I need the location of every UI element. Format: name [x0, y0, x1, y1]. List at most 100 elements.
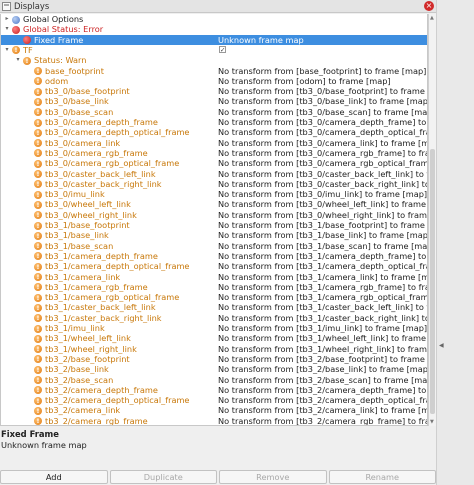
tree-row[interactable]: ! tb3_2/camera_link No transform from [tb3… — [1, 405, 427, 415]
tree-row[interactable]: ! tb3_1/wheel_right_link No transform from… — [1, 344, 427, 354]
warning-icon: ! — [34, 406, 42, 415]
scrollbar-thumb[interactable] — [430, 149, 435, 414]
tree-row[interactable]: ! tb3_0/wheel_left_link No transform from … — [1, 199, 427, 210]
panel-titlebar: Displays × — [0, 0, 436, 13]
tree-row-name-cell: ▾! TF — [1, 45, 217, 55]
tree-row[interactable]: ! tb3_1/base_link No transform from [tb3_1… — [1, 230, 427, 240]
tree-row[interactable]: ! tb3_0/camera_depth_optical_frame No tran… — [1, 127, 428, 138]
tree-row[interactable]: ! tb3_0/caster_back_left_link No transform… — [1, 168, 428, 179]
tree-row[interactable]: ! tb3_1/caster_back_right_link No transfor… — [1, 313, 427, 323]
tree-row-label: Global Options — [23, 14, 84, 24]
tree-row[interactable]: ! tb3_0/base_scan No transform from [tb3_0… — [1, 106, 428, 117]
warning-icon: ! — [34, 324, 42, 333]
displays-panel: Displays × ▸ Global Options ▾ Global Status… — [0, 0, 436, 485]
warning-icon: ! — [34, 200, 42, 209]
rename-button[interactable]: Rename — [328, 470, 436, 484]
tree-row-value: No transform from [tb3_0/wheel_left_link… — [218, 199, 427, 210]
tree-row[interactable]: ! tb3_0/camera_depth_frame No transform fr… — [1, 117, 427, 127]
warning-icon: ! — [34, 417, 42, 425]
tree-row-label: tb3_0/imu_link — [45, 189, 105, 200]
tree-row[interactable]: ! tb3_1/camera_rgb_optical_frame No transf… — [1, 292, 427, 302]
tree-row[interactable]: ! tb3_2/base_link No transform from [tb3_2… — [1, 364, 428, 375]
tree-row[interactable]: ! tb3_0/caster_back_right_link No transfor… — [1, 179, 427, 189]
expanded-arrow-icon[interactable]: ▾ — [3, 24, 11, 34]
tree-row[interactable]: ! tb3_2/camera_depth_optical_frame No tran… — [1, 395, 427, 405]
warning-icon: ! — [34, 118, 42, 127]
tree-row[interactable]: ! tb3_0/camera_rgb_optical_frame No transf… — [1, 158, 428, 169]
tree-row[interactable]: ! tb3_0/wheel_right_link No transform from… — [1, 209, 428, 220]
tree-row[interactable]: ▾ Global Status: Error — [1, 24, 427, 34]
tree-row-value: No transform from [tb3_0/caster_back_lef… — [218, 168, 428, 179]
options-icon — [12, 15, 20, 24]
tree-row-label: tb3_1/camera_depth_optical_frame — [45, 261, 190, 272]
tree-row-label: tb3_0/caster_back_right_link — [45, 178, 162, 189]
collapse-arrow-icon[interactable]: ◀ — [439, 342, 444, 349]
tree-row[interactable]: ! odom No transform from [odom] to frame [… — [1, 75, 427, 86]
tree-row-value: No transform from [tb3_0/camera_rgb_opti… — [218, 158, 428, 169]
tree-row-name-cell: ! tb3_1/base_scan — [1, 241, 217, 251]
tree-row[interactable]: ! tb3_1/imu_link No transform from [tb3_1/… — [1, 323, 427, 333]
tree-row-name-cell: ! tb3_2/camera_depth_frame — [1, 385, 217, 395]
add-button[interactable]: Add — [0, 470, 108, 484]
tree-row-value: No transform from [tb3_1/camera_link] to… — [218, 271, 428, 282]
warning-icon: ! — [34, 231, 42, 240]
tree-row[interactable]: ! tb3_2/camera_rgb_frame No transform from… — [1, 416, 427, 425]
tree-row-name-cell: ! odom — [1, 76, 217, 86]
tree-row[interactable]: ! base_footprint No transform from [base_f… — [1, 66, 427, 76]
tree-row-value: No transform from [tb3_0/camera_depth_op… — [218, 127, 428, 138]
tree-row[interactable]: ! tb3_2/base_footprint No transform from [… — [1, 354, 427, 364]
collapsed-arrow-icon[interactable]: ▸ — [3, 14, 11, 24]
tree-row[interactable]: Fixed Frame Unknown frame map — [1, 34, 427, 45]
tree-row[interactable]: ! tb3_1/base_footprint No transform from [… — [1, 220, 427, 230]
tree-row-label: tb3_0/base_link — [45, 96, 109, 107]
expanded-arrow-icon[interactable]: ▾ — [3, 45, 11, 55]
tree-row[interactable]: ! tb3_2/base_scan No transform from [tb3_2… — [1, 375, 427, 385]
warning-icon: ! — [34, 139, 42, 148]
tree-row-label: tb3_2/camera_depth_frame — [45, 384, 158, 395]
tree-row-value: No transform from [odom] to frame [map] — [218, 75, 391, 86]
tree-row[interactable]: ! tb3_1/caster_back_left_link No transform… — [1, 302, 427, 312]
tree-row-value: No transform from [tb3_1/base_scan] to f… — [218, 240, 428, 251]
duplicate-button[interactable]: Duplicate — [109, 470, 217, 484]
tree-row-label: tb3_0/camera_depth_optical_frame — [45, 127, 190, 138]
tree-row[interactable]: ! tb3_1/wheel_left_link No transform from … — [1, 333, 427, 343]
tree-row[interactable]: ! tb3_1/camera_rgb_frame No transform from… — [1, 282, 427, 292]
panel-title: Displays — [14, 1, 50, 11]
panel-splitter[interactable]: ◀ — [436, 0, 474, 485]
tree-row[interactable]: ! tb3_0/base_link No transform from [tb3_0… — [1, 96, 427, 107]
expanded-arrow-icon[interactable]: ▾ — [14, 55, 22, 65]
tree-row-value: No transform from [tb3_0/wheel_right_lin… — [218, 209, 428, 220]
warning-icon: ! — [34, 396, 42, 405]
tree-row-name-cell: ! tb3_2/base_scan — [1, 375, 217, 385]
tree-row[interactable]: ! tb3_0/imu_link No transform from [tb3_0/… — [1, 189, 427, 200]
scroll-up-icon[interactable]: ▲ — [430, 15, 434, 21]
warning-icon: ! — [34, 283, 42, 292]
tree-row-name-cell: ! tb3_1/camera_depth_frame — [1, 251, 217, 261]
tree-row-label: odom — [45, 75, 69, 86]
tree-row[interactable]: ! tb3_2/camera_depth_frame No transform fr… — [1, 385, 427, 395]
tree-row-value: No transform from [tb3_2/base_link] to f… — [218, 364, 428, 375]
scroll-down-icon[interactable]: ▼ — [430, 419, 434, 425]
remove-button[interactable]: Remove — [219, 470, 327, 484]
tree-row-name-cell: ! tb3_0/camera_rgb_optical_frame — [1, 158, 217, 168]
tree-row[interactable]: ! tb3_0/base_footprint No transform from [… — [1, 86, 427, 96]
warning-icon: ! — [34, 293, 42, 302]
warning-icon: ! — [34, 108, 42, 117]
tree-row-label: tb3_0/camera_link — [45, 137, 121, 148]
close-icon[interactable]: × — [424, 1, 434, 11]
tree-row[interactable]: ! tb3_1/base_scan No transform from [tb3_1… — [1, 240, 428, 251]
tree-row[interactable]: ▸ Global Options — [1, 14, 427, 24]
tree-row-name-cell: ! tb3_0/caster_back_right_link — [1, 179, 217, 189]
panel-window-icon — [2, 1, 11, 11]
tree-row[interactable]: ▾! Status: Warn — [1, 55, 427, 65]
tree-row-name-cell: ! tb3_0/camera_link — [1, 138, 217, 148]
tree-row-value: No transform from [tb3_0/base_scan] to f… — [218, 106, 428, 117]
tree-row[interactable]: ! tb3_0/camera_link No transform from [tb3… — [1, 138, 427, 148]
tree-row[interactable]: ! tb3_0/camera_rgb_frame No transform from… — [1, 148, 427, 158]
tree-row[interactable]: ! tb3_1/camera_depth_optical_frame No tran… — [1, 261, 427, 272]
tree-scrollbar[interactable]: ▲ ▼ — [428, 14, 436, 426]
tree-row[interactable]: ! tb3_1/camera_link No transform from [tb3… — [1, 271, 428, 282]
tree-row[interactable]: ! tb3_1/camera_depth_frame No transform fr… — [1, 251, 427, 261]
description-body: Unknown frame map — [1, 440, 87, 450]
tree-row[interactable]: ▾! TF ✓ — [1, 45, 427, 55]
